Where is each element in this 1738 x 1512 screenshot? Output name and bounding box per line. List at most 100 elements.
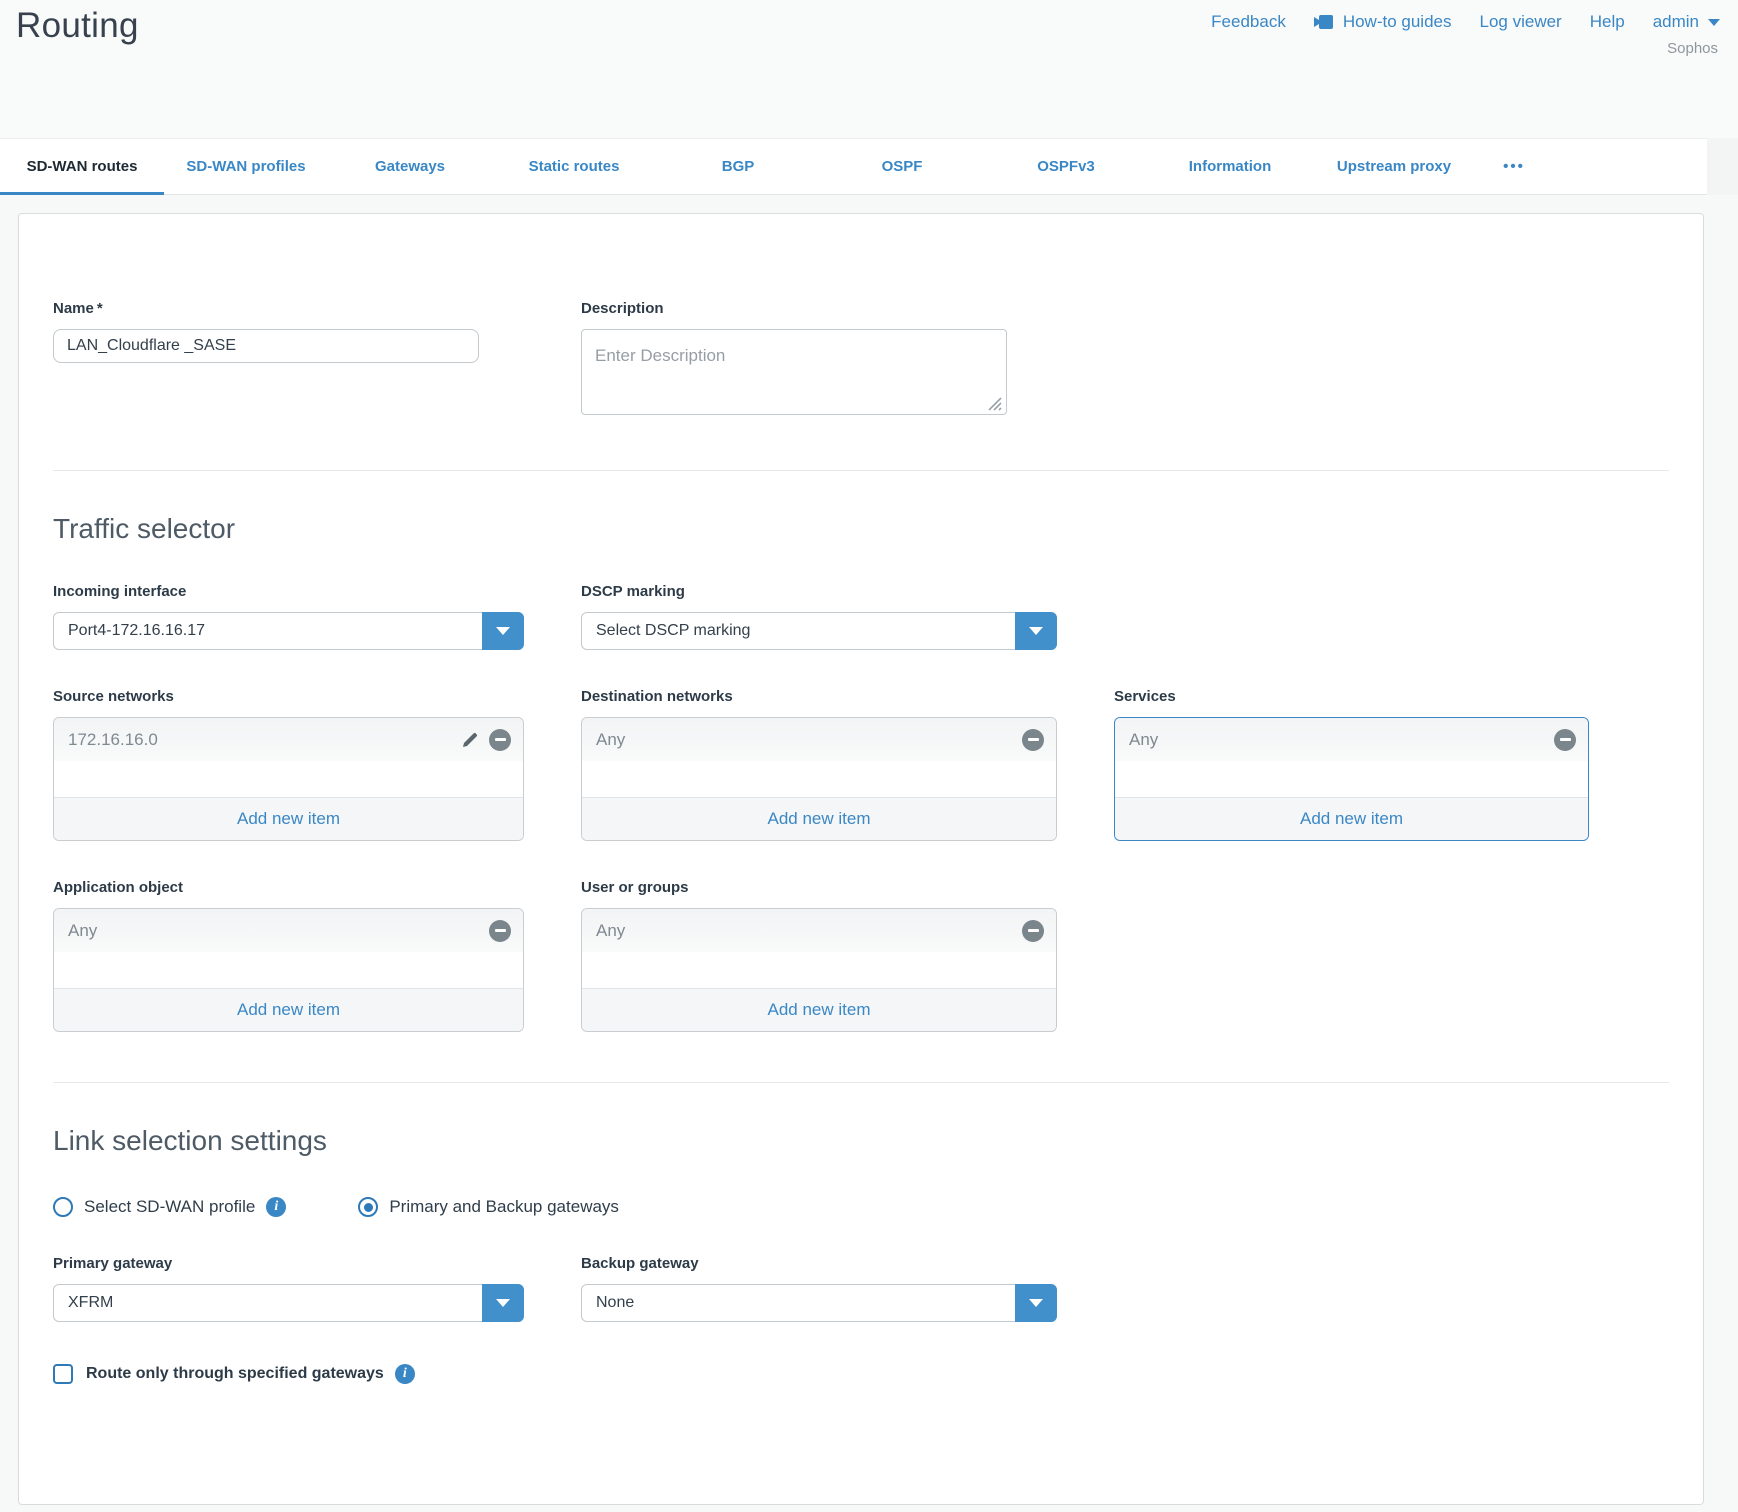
add-new-item-label: Add new item	[1300, 809, 1403, 829]
backup-gateway-select[interactable]: None	[581, 1284, 1057, 1322]
howto-guides-label: How-to guides	[1343, 12, 1452, 32]
link-selection-radio-row: Select SD-WAN profile i Primary and Back…	[53, 1197, 1669, 1217]
destination-networks-group: Destination networks Any Add new item	[581, 688, 1057, 841]
header-links: Feedback How-to guides Log viewer Help a…	[1211, 12, 1720, 32]
info-icon[interactable]: i	[395, 1364, 415, 1384]
gateways-row: Primary gateway XFRM Backup gateway None	[53, 1255, 1669, 1322]
sd-wan-route-form-card: Name* Description Traffic selector	[18, 213, 1704, 1505]
chevron-down-icon	[496, 1299, 510, 1307]
page-title: Routing	[16, 6, 139, 46]
admin-label: admin	[1653, 12, 1699, 32]
howto-guides-link[interactable]: How-to guides	[1314, 12, 1452, 32]
user-or-groups-group: User or groups Any Add new item	[581, 879, 1057, 1032]
admin-menu[interactable]: admin	[1653, 12, 1720, 32]
add-new-item-button[interactable]: Add new item	[582, 988, 1056, 1031]
brand-label: Sophos	[1667, 40, 1718, 57]
remove-minus-icon[interactable]	[1022, 920, 1044, 942]
radio-select-sd-wan-profile[interactable]: Select SD-WAN profile	[53, 1197, 255, 1217]
link-selection-heading: Link selection settings	[53, 1125, 1669, 1157]
incoming-interface-select[interactable]: Port4-172.16.16.17	[53, 612, 524, 650]
tab-bar: SD-WAN routes SD-WAN profiles Gateways S…	[0, 138, 1707, 195]
list-item: Any	[1115, 718, 1588, 761]
tab-more-ellipsis-icon[interactable]: •••	[1476, 139, 1552, 194]
application-object-label: Application object	[53, 879, 524, 896]
tab-ospf[interactable]: OSPF	[820, 139, 984, 194]
video-camera-icon	[1314, 14, 1336, 30]
radio-icon-selected[interactable]	[358, 1197, 378, 1217]
top-header: Routing Feedback How-to guides Log viewe…	[0, 0, 1738, 138]
feedback-link[interactable]: Feedback	[1211, 12, 1286, 32]
dscp-marking-value: Select DSCP marking	[596, 622, 750, 640]
tab-sd-wan-routes[interactable]: SD-WAN routes	[0, 139, 164, 194]
resize-handle-icon[interactable]	[988, 397, 1002, 411]
dropdown-arrow-button[interactable]	[482, 612, 524, 650]
source-networks-listbox: 172.16.16.0 Add new item	[53, 717, 524, 841]
description-label: Description	[581, 300, 1057, 317]
name-input[interactable]	[53, 329, 479, 363]
tab-ospfv3[interactable]: OSPFv3	[984, 139, 1148, 194]
dropdown-arrow-button[interactable]	[1015, 612, 1057, 650]
radio-label: Select SD-WAN profile	[84, 1197, 255, 1217]
dscp-marking-group: DSCP marking Select DSCP marking	[581, 583, 1057, 650]
dropdown-arrow-button[interactable]	[482, 1284, 524, 1322]
dscp-marking-select[interactable]: Select DSCP marking	[581, 612, 1057, 650]
tab-bgp[interactable]: BGP	[656, 139, 820, 194]
listbox-empty-area	[54, 952, 523, 988]
tab-static-routes[interactable]: Static routes	[492, 139, 656, 194]
edit-pencil-icon[interactable]	[459, 729, 481, 751]
tab-information[interactable]: Information	[1148, 139, 1312, 194]
name-label-text: Name	[53, 300, 94, 317]
tab-sd-wan-profiles[interactable]: SD-WAN profiles	[164, 139, 328, 194]
list-item-text: Any	[596, 921, 625, 941]
description-textarea[interactable]	[581, 329, 1007, 415]
user-or-groups-label: User or groups	[581, 879, 1057, 896]
log-viewer-link[interactable]: Log viewer	[1480, 12, 1562, 32]
remove-minus-icon[interactable]	[489, 729, 511, 751]
source-networks-group: Source networks 172.16.16.0	[53, 688, 524, 841]
radio-primary-backup-gateways[interactable]: Primary and Backup gateways	[358, 1197, 619, 1217]
radio-icon[interactable]	[53, 1197, 73, 1217]
listbox-empty-area	[1115, 761, 1588, 797]
listbox-empty-area	[582, 761, 1056, 797]
add-new-item-button[interactable]: Add new item	[1115, 797, 1588, 840]
list-item: Any	[582, 718, 1056, 761]
dscp-marking-label: DSCP marking	[581, 583, 1057, 600]
tab-bar-strip: SD-WAN routes SD-WAN profiles Gateways S…	[0, 138, 1738, 195]
info-icon[interactable]: i	[266, 1197, 286, 1217]
help-link[interactable]: Help	[1590, 12, 1625, 32]
primary-gateway-select[interactable]: XFRM	[53, 1284, 524, 1322]
add-new-item-button[interactable]: Add new item	[54, 988, 523, 1031]
remove-minus-icon[interactable]	[1022, 729, 1044, 751]
tab-label: Upstream proxy	[1337, 158, 1451, 175]
route-only-checkbox[interactable]	[53, 1364, 73, 1384]
dropdown-arrow-button[interactable]	[1015, 1284, 1057, 1322]
chevron-down-icon	[496, 627, 510, 635]
help-label: Help	[1590, 12, 1625, 32]
feedback-label: Feedback	[1211, 12, 1286, 32]
remove-minus-icon[interactable]	[1554, 729, 1576, 751]
chevron-down-icon	[1029, 1299, 1043, 1307]
application-object-group: Application object Any Add new item	[53, 879, 524, 1032]
add-new-item-label: Add new item	[768, 1000, 871, 1020]
tab-gateways[interactable]: Gateways	[328, 139, 492, 194]
tab-label: Gateways	[375, 158, 445, 175]
remove-minus-icon[interactable]	[489, 920, 511, 942]
route-only-checkbox-label: Route only through specified gateways	[86, 1365, 384, 1383]
tab-label: SD-WAN profiles	[186, 158, 305, 175]
networks-services-row: Source networks 172.16.16.0	[53, 688, 1669, 841]
add-new-item-button[interactable]: Add new item	[582, 797, 1056, 840]
incoming-interface-group: Incoming interface Port4-172.16.16.17	[53, 583, 524, 650]
user-or-groups-listbox: Any Add new item	[581, 908, 1057, 1032]
description-field-group: Description	[581, 300, 1057, 420]
backup-gateway-label: Backup gateway	[581, 1255, 1057, 1272]
application-users-row: Application object Any Add new item User…	[53, 879, 1669, 1032]
tab-label: Information	[1189, 158, 1272, 175]
list-item-text: Any	[596, 730, 625, 750]
section-divider	[53, 1082, 1669, 1083]
backup-gateway-group: Backup gateway None	[581, 1255, 1057, 1322]
services-listbox: Any Add new item	[1114, 717, 1589, 841]
route-only-checkbox-row: Route only through specified gateways i	[53, 1364, 1669, 1384]
tab-upstream-proxy[interactable]: Upstream proxy	[1312, 139, 1476, 194]
add-new-item-button[interactable]: Add new item	[54, 797, 523, 840]
services-group: Services Any Add new item	[1114, 688, 1589, 841]
